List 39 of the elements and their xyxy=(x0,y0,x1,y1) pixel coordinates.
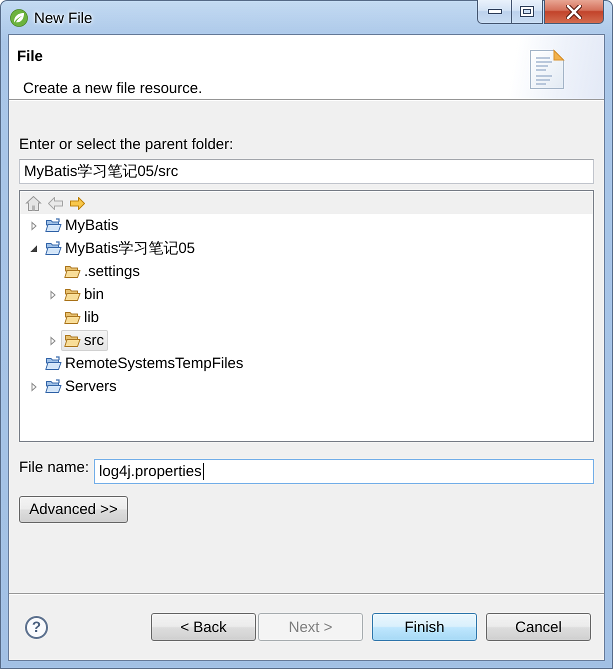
tree-item[interactable]: MyBatis xyxy=(42,215,122,236)
tree-item[interactable]: Servers xyxy=(42,376,121,397)
maximize-button[interactable] xyxy=(511,0,543,24)
file-name-label: File name: xyxy=(19,459,90,477)
folder-icon xyxy=(45,378,62,394)
help-button[interactable]: ? xyxy=(25,616,48,639)
tree-item[interactable]: .settings xyxy=(61,261,144,282)
close-button[interactable] xyxy=(544,0,604,24)
forward-arrow-icon[interactable] xyxy=(69,194,86,212)
minimize-button[interactable] xyxy=(477,0,511,24)
parent-folder-field[interactable]: MyBatis学习笔记05/src xyxy=(19,159,594,184)
document-icon xyxy=(528,49,566,90)
advanced-button[interactable]: Advanced >> xyxy=(19,496,128,523)
folder-icon xyxy=(64,286,81,302)
leaf-icon xyxy=(10,9,28,27)
page-description: Create a new file resource. xyxy=(23,80,202,98)
dialog-button[interactable]: Finish xyxy=(372,613,477,641)
folder-icon xyxy=(64,332,81,348)
tree-item[interactable]: MyBatis学习笔记05 xyxy=(42,238,200,259)
folder-icon xyxy=(45,356,62,372)
tree-item[interactable]: bin xyxy=(61,284,108,305)
minimize-icon xyxy=(488,9,502,14)
folder-icon xyxy=(64,310,81,326)
folder-tree[interactable]: MyBatis MyBatis学习笔记05 .settings bin lib src RemoteSystemsTempFiles Servers xyxy=(19,190,594,442)
tree-item[interactable]: RemoteSystemsTempFiles xyxy=(42,353,248,374)
maximize-icon xyxy=(520,6,534,17)
dialog-button[interactable]: < Back xyxy=(151,613,256,641)
tree-item[interactable]: lib xyxy=(61,307,104,328)
text-cursor-icon xyxy=(202,463,204,480)
dialog-button[interactable]: Cancel xyxy=(486,613,591,641)
file-name-field[interactable]: log4j.properties xyxy=(94,459,594,484)
folder-icon xyxy=(45,218,62,234)
close-icon xyxy=(566,4,582,18)
tree-item[interactable]: src xyxy=(61,330,108,351)
folder-icon xyxy=(45,240,62,256)
parent-folder-label: Enter or select the parent folder: xyxy=(19,136,234,154)
page-title: File xyxy=(17,48,43,66)
window-title: New File xyxy=(34,10,92,28)
folder-icon xyxy=(64,264,81,280)
